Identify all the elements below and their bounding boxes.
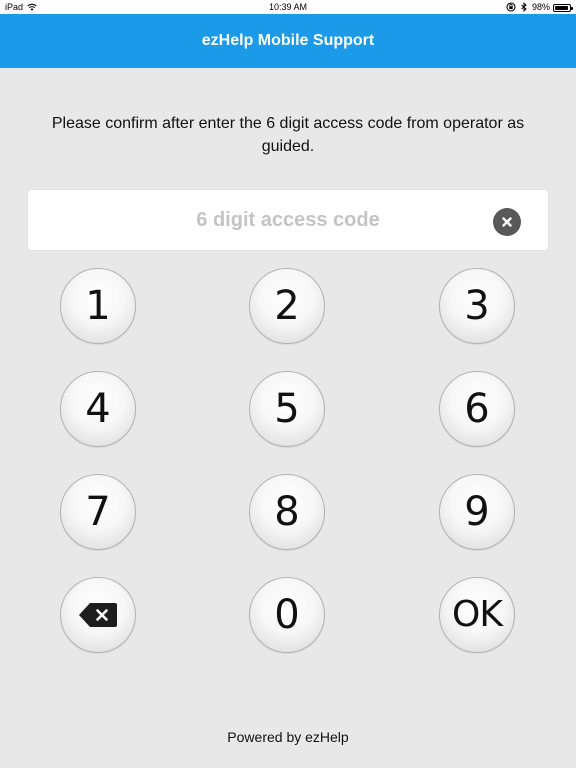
battery-icon: [553, 3, 573, 12]
key-0[interactable]: 0: [249, 577, 325, 653]
clear-button[interactable]: [493, 208, 521, 236]
access-code-input[interactable]: [28, 190, 548, 250]
key-0-label: 0: [274, 592, 300, 638]
status-bar: iPad 10:39 AM 98%: [0, 0, 576, 14]
app-header: ezHelp Mobile Support: [0, 14, 576, 68]
key-5[interactable]: 5: [249, 371, 325, 447]
key-3[interactable]: 3: [439, 268, 515, 344]
key-6[interactable]: 6: [439, 371, 515, 447]
key-2[interactable]: 2: [249, 268, 325, 344]
key-8-label: 8: [274, 489, 300, 535]
footer-powered-by: Powered by ezHelp: [227, 729, 349, 745]
instruction-text: Please confirm after enter the 6 digit a…: [51, 115, 525, 155]
rotation-lock-icon: [506, 2, 516, 12]
key-6-label: 6: [464, 386, 490, 432]
clear-icon: [502, 217, 512, 227]
ok-label: OK: [452, 594, 503, 635]
battery-percent: 98%: [531, 2, 550, 12]
key-9-label: 9: [464, 489, 490, 535]
key-8[interactable]: 8: [249, 474, 325, 550]
key-7-label: 7: [85, 489, 111, 535]
key-5-label: 5: [274, 386, 300, 432]
key-3-label: 3: [464, 283, 490, 329]
key-4-label: 4: [85, 386, 111, 432]
backspace-button[interactable]: [60, 577, 136, 653]
app-title: ezHelp Mobile Support: [201, 32, 375, 49]
status-time: 10:39 AM: [268, 2, 308, 12]
key-1[interactable]: 1: [60, 268, 136, 344]
key-2-label: 2: [274, 283, 300, 329]
backspace-icon: [79, 603, 117, 627]
ok-button[interactable]: OK: [439, 577, 515, 653]
key-1-label: 1: [85, 283, 111, 329]
status-right: 98%: [506, 0, 573, 14]
key-9[interactable]: 9: [439, 474, 515, 550]
key-4[interactable]: 4: [60, 371, 136, 447]
access-code-field: [28, 190, 548, 250]
key-7[interactable]: 7: [60, 474, 136, 550]
bluetooth-icon: [521, 2, 527, 12]
